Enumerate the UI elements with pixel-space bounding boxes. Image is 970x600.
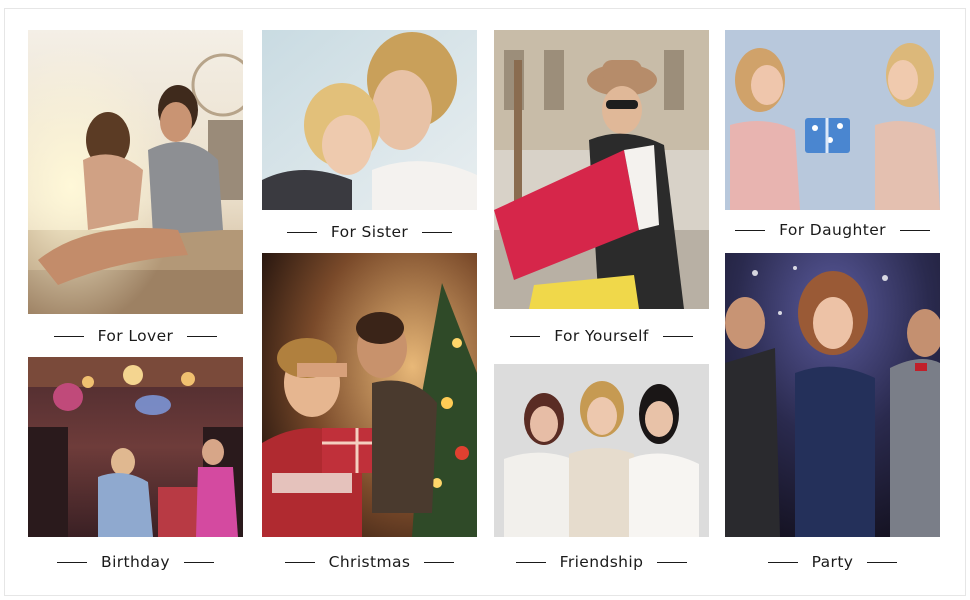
- caption-rule-left: [284, 561, 315, 563]
- caption-rule-left: [53, 335, 84, 337]
- for-lover-caption: For Lover: [28, 325, 243, 347]
- caption-rule-left: [510, 335, 541, 337]
- birthday-label: Birthday: [101, 553, 170, 571]
- party-caption: Party: [725, 551, 940, 573]
- friendship-photo: [494, 364, 709, 537]
- for-sister-photo: [262, 30, 477, 210]
- birthday-caption: Birthday: [28, 551, 243, 573]
- caption-rule-right: [183, 561, 214, 563]
- caption-rule-right: [657, 561, 688, 563]
- for-yourself-caption: For Yourself: [494, 325, 709, 347]
- for-sister-label: For Sister: [330, 223, 409, 241]
- christmas-label: Christmas: [328, 553, 411, 571]
- for-daughter-photo: [725, 30, 940, 210]
- for-lover-photo: [28, 30, 243, 314]
- caption-rule-left: [735, 229, 766, 231]
- caption-rule-right: [899, 229, 930, 231]
- christmas-caption: Christmas: [262, 551, 477, 573]
- friendship-label: Friendship: [559, 553, 644, 571]
- caption-rule-right: [187, 335, 218, 337]
- caption-rule-left: [515, 561, 546, 563]
- caption-rule-right: [424, 561, 455, 563]
- for-yourself-photo: [494, 30, 709, 309]
- party-label: Party: [811, 553, 854, 571]
- for-lover-label: For Lover: [97, 327, 174, 345]
- birthday-photo: [28, 357, 243, 537]
- party-photo: [725, 253, 940, 537]
- caption-rule-left: [57, 561, 88, 563]
- for-sister-caption: For Sister: [262, 221, 477, 243]
- for-daughter-caption: For Daughter: [725, 219, 940, 241]
- caption-rule-right: [867, 561, 898, 563]
- for-yourself-label: For Yourself: [554, 327, 649, 345]
- for-daughter-label: For Daughter: [779, 221, 886, 239]
- caption-rule-right: [422, 231, 453, 233]
- caption-rule-left: [286, 231, 317, 233]
- caption-rule-left: [767, 561, 798, 563]
- christmas-photo: [262, 253, 477, 537]
- friendship-caption: Friendship: [494, 551, 709, 573]
- caption-rule-right: [662, 335, 693, 337]
